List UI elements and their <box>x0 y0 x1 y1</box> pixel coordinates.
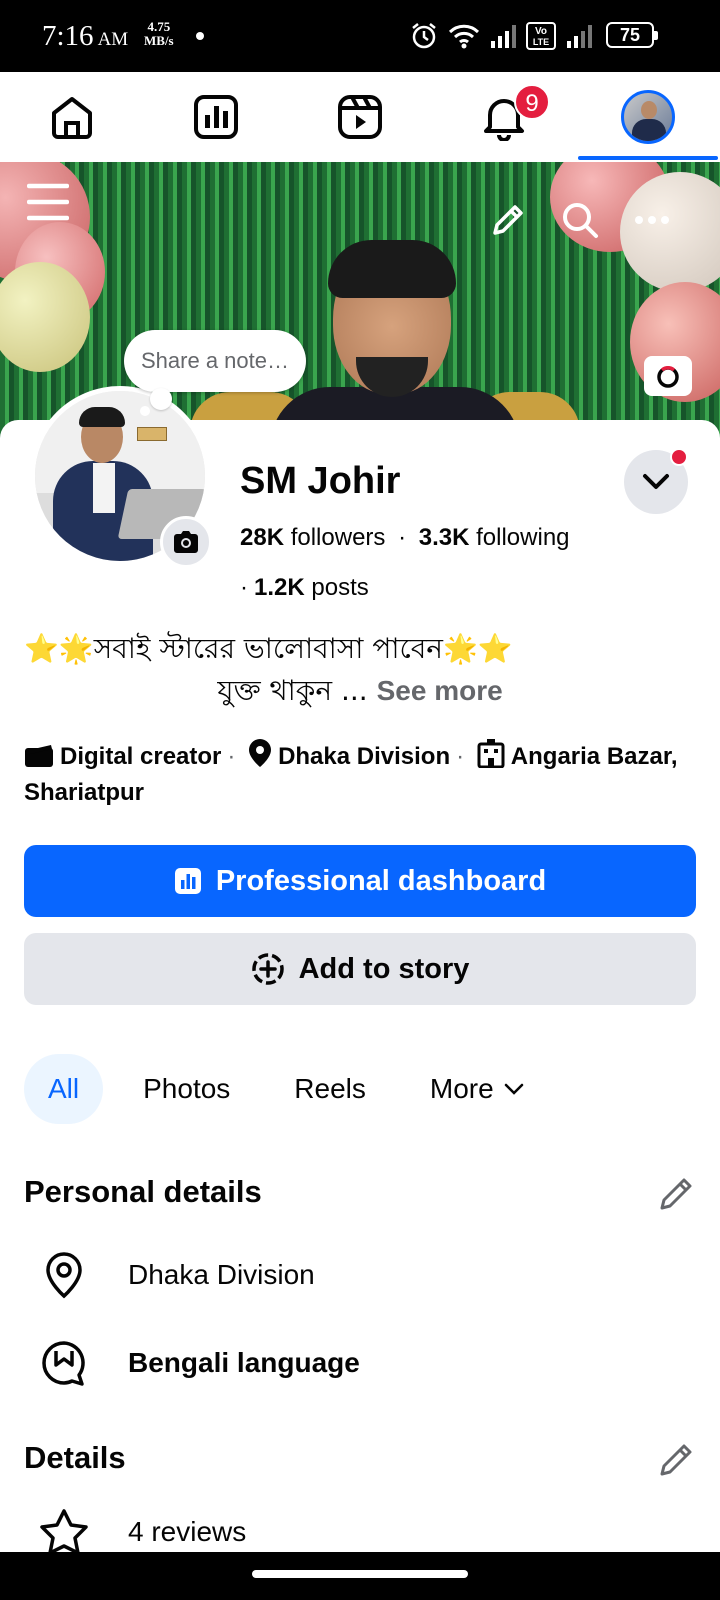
note-bubble-tail <box>150 388 172 410</box>
add-story-icon <box>251 953 284 985</box>
nav-notifications[interactable]: 9 <box>432 72 576 162</box>
following-label: following <box>476 524 570 551</box>
network-speed: 4.75 MB/s <box>144 19 174 48</box>
star-icon <box>40 1509 88 1552</box>
profile-bio: ⭐🌟সবাই স্টারের ভালোবাসা পাবেন🌟⭐ যুক্ত থা… <box>24 628 696 712</box>
camera-icon <box>174 531 198 553</box>
profile-stats: 28K followers · 3.3K following <box>240 524 570 551</box>
edit-profile-button[interactable] <box>484 196 532 244</box>
detail-row-reviews: 4 reviews <box>24 1500 696 1552</box>
tab-all[interactable]: All <box>24 1054 104 1124</box>
menu-button[interactable] <box>24 178 72 226</box>
edit-cover-button[interactable] <box>644 356 692 396</box>
bio-line: যুক্ত থাকুন ... <box>217 674 368 707</box>
svg-text:LTE: LTE <box>533 37 549 47</box>
posts-label: posts <box>311 574 369 601</box>
details-title: Details <box>24 1440 126 1475</box>
alarm-icon <box>412 23 436 49</box>
place-text[interactable]: Angaria Bazar, <box>511 743 678 770</box>
followers-count[interactable]: 28K <box>240 524 284 551</box>
signal-icon <box>567 25 592 48</box>
pencil-icon <box>660 1444 692 1476</box>
tab-photos[interactable]: Photos <box>119 1054 254 1124</box>
home-icon <box>52 97 92 139</box>
tab-reels[interactable]: Reels <box>270 1054 390 1124</box>
battery-icon: 75 <box>606 22 658 48</box>
bio-line: ⭐🌟সবাই স্টারের ভালোবাসা পাবেন🌟⭐ <box>24 632 513 665</box>
posts-count[interactable]: 1.2K <box>254 574 305 601</box>
edit-profile-picture-button[interactable] <box>160 516 212 568</box>
share-note-bubble[interactable]: Share a note… <box>124 330 306 392</box>
detail-row-language: Bengali language <box>24 1323 696 1403</box>
search-icon <box>563 203 598 238</box>
svg-text:Vo: Vo <box>535 26 547 37</box>
place-text-continued[interactable]: Shariatpur <box>24 779 144 806</box>
profile-name: SM Johir <box>240 460 401 502</box>
professional-dashboard-label: Professional dashboard <box>215 864 547 897</box>
dropdown-notification-dot <box>670 448 688 466</box>
profile-intro: Digital creator · Dhaka Division · Angaria… <box>24 738 704 809</box>
professional-dashboard-button[interactable]: Professional dashboard <box>24 845 696 917</box>
dashboard-icon <box>194 95 238 139</box>
nav-reels[interactable] <box>288 72 432 162</box>
nav-home[interactable] <box>0 72 144 162</box>
profile-tabs: All Photos Reels More <box>24 1054 548 1124</box>
edit-personal-details-button[interactable] <box>656 1174 696 1214</box>
personal-details-title: Personal details <box>24 1174 262 1209</box>
volte-icon: VoLTE <box>526 22 556 50</box>
see-more-link[interactable]: See more <box>377 675 503 706</box>
location-text[interactable]: Dhaka Division <box>278 743 450 770</box>
category-text: Digital creator <box>60 743 222 770</box>
reviews-text[interactable]: 4 reviews <box>128 1500 246 1548</box>
more-options-button[interactable] <box>628 196 676 244</box>
tab-more[interactable]: More <box>406 1054 548 1124</box>
status-bar: 7:16 AM 4.75 MB/s Vo LTE 75 <box>0 0 720 72</box>
location-pin-icon <box>248 738 272 777</box>
camera-icon <box>657 365 679 388</box>
signal-icon <box>491 25 516 48</box>
notification-badge: 9 <box>514 84 550 120</box>
chevron-down-icon <box>504 1083 523 1095</box>
following-count[interactable]: 3.3K <box>419 524 470 551</box>
chevron-down-icon <box>643 474 669 489</box>
dashboard-icon <box>174 868 201 894</box>
reels-icon <box>338 95 382 139</box>
hamburger-icon <box>27 183 69 221</box>
notification-dot <box>196 32 204 40</box>
clock: 7:16 AM <box>42 20 129 52</box>
pencil-icon <box>493 205 523 235</box>
building-icon <box>477 738 505 777</box>
status-icons: Vo LTE <box>410 20 592 52</box>
more-horizontal-icon <box>635 216 669 224</box>
add-to-story-button[interactable]: Add to story <box>24 933 696 1005</box>
note-bubble-tail <box>140 406 150 416</box>
wifi-icon <box>448 24 480 49</box>
detail-language-text[interactable]: Bengali language <box>128 1347 360 1379</box>
clapperboard-icon <box>24 744 54 777</box>
pencil-icon <box>660 1178 692 1210</box>
detail-row-location: Dhaka Division <box>24 1235 696 1315</box>
nav-dashboard[interactable] <box>144 72 288 162</box>
tab-more-label: More <box>429 1073 494 1104</box>
add-to-story-label: Add to story <box>298 952 470 985</box>
search-button[interactable] <box>556 196 604 244</box>
profile-avatar <box>621 90 675 144</box>
speech-bubble-icon <box>42 1341 85 1386</box>
detail-location-text[interactable]: Dhaka Division <box>128 1259 315 1291</box>
location-pin-icon <box>46 1252 82 1299</box>
edit-details-button[interactable] <box>656 1440 696 1480</box>
nav-profile[interactable] <box>576 72 720 162</box>
home-indicator[interactable] <box>252 1570 468 1578</box>
top-nav: 9 <box>0 72 720 162</box>
followers-label: followers <box>290 524 386 551</box>
profile-posts: · 1.2K posts <box>240 574 369 601</box>
